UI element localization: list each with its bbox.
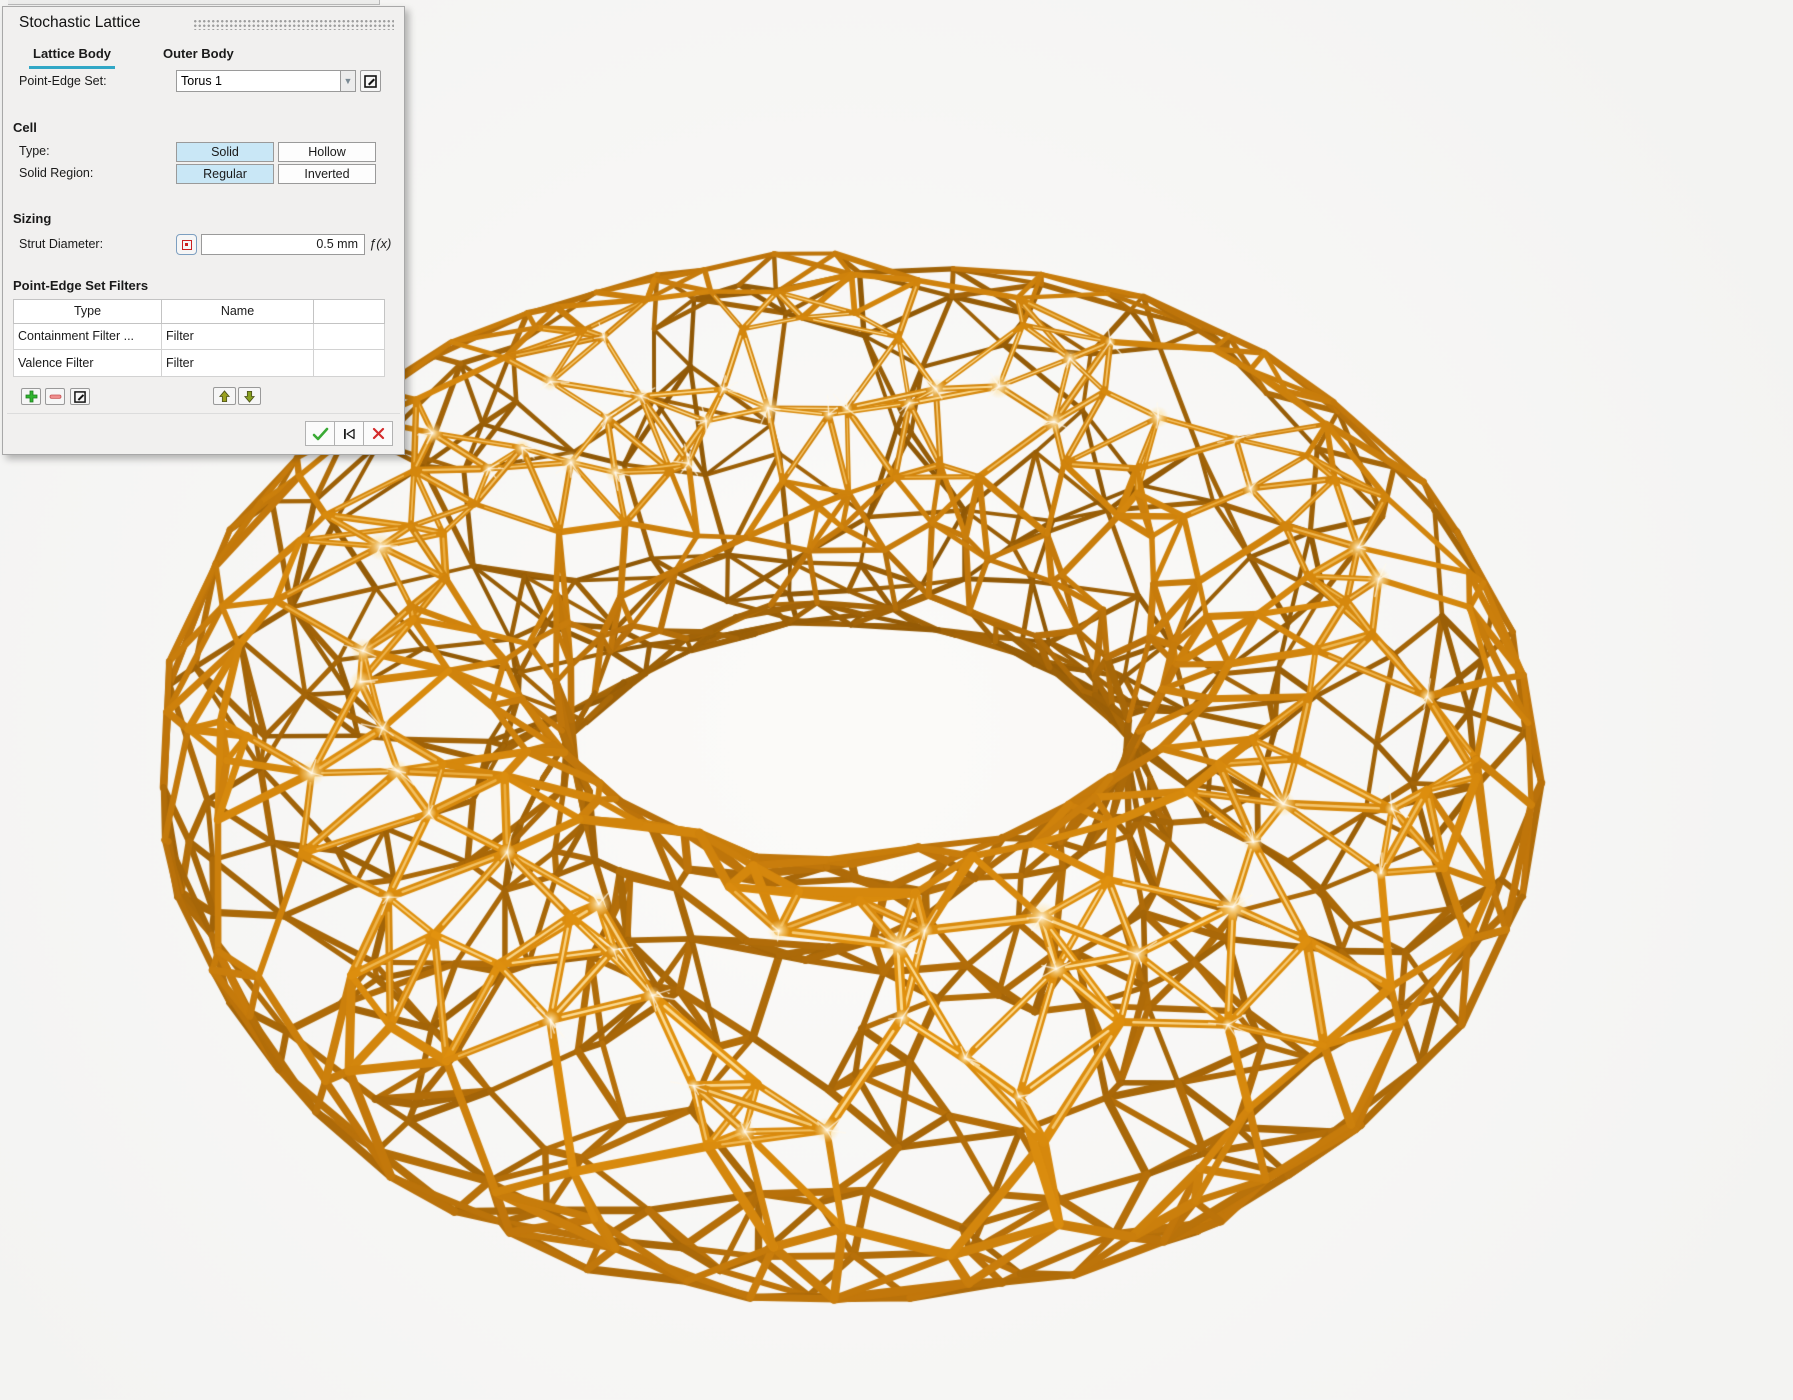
tab-outer-body[interactable]: Outer Body <box>159 43 238 66</box>
filter-row1-name[interactable]: Filter <box>162 323 314 350</box>
edit-filter-button[interactable] <box>70 388 90 405</box>
filter-row2-type[interactable]: Valence Filter <box>14 350 162 377</box>
formula-fx-button[interactable]: ƒ(x) <box>369 236 391 251</box>
move-filter-up-button[interactable] <box>213 387 236 405</box>
filter-row2-name[interactable]: Filter <box>162 350 314 377</box>
chevron-down-icon[interactable]: ▼ <box>340 70 356 92</box>
point-edge-set-edit-button[interactable] <box>360 70 381 92</box>
cancel-button[interactable] <box>363 421 393 446</box>
plus-icon <box>25 390 38 403</box>
filters-col-extra <box>314 300 385 324</box>
dialog-action-buttons <box>306 421 393 446</box>
filter-row1-type[interactable]: Containment Filter ... <box>14 323 162 350</box>
solid-region-inverted-button[interactable]: Inverted <box>278 164 376 184</box>
arrow-up-icon <box>218 390 231 403</box>
dialog-title: Stochastic Lattice <box>19 14 140 32</box>
point-edge-set-label: Point-Edge Set: <box>19 74 107 88</box>
check-icon <box>312 427 329 441</box>
ok-button[interactable] <box>305 421 335 446</box>
stochastic-lattice-dialog: Stochastic Lattice Lattice Body Outer Bo… <box>2 6 405 455</box>
solid-region-regular-button[interactable]: Regular <box>176 164 274 184</box>
strut-diameter-field-option-button[interactable] <box>176 234 197 255</box>
point-edge-set-combobox[interactable]: Torus 1 <box>176 70 340 92</box>
close-x-icon <box>372 427 385 440</box>
sizing-group-header: Sizing <box>13 211 51 226</box>
filters-col-type[interactable]: Type <box>14 300 162 324</box>
strut-diameter-label: Strut Diameter: <box>19 237 103 251</box>
tab-lattice-body[interactable]: Lattice Body <box>29 43 115 69</box>
dialog-drag-grip[interactable] <box>193 19 394 30</box>
filters-col-name[interactable]: Name <box>162 300 314 324</box>
minus-icon <box>49 390 62 403</box>
add-filter-button[interactable] <box>21 388 41 405</box>
apply-reset-button[interactable] <box>334 421 364 446</box>
move-filter-down-button[interactable] <box>238 387 261 405</box>
arrow-down-icon <box>243 390 256 403</box>
cell-type-hollow-button[interactable]: Hollow <box>278 142 376 162</box>
filters-table: Type Name Containment Filter ... Filter … <box>13 299 385 377</box>
filters-group-header: Point-Edge Set Filters <box>13 278 148 293</box>
dialog-divider <box>7 413 400 414</box>
pencil-edit-icon <box>74 391 86 403</box>
concentric-squares-icon <box>182 240 192 250</box>
cell-type-solid-button[interactable]: Solid <box>176 142 274 162</box>
table-row[interactable]: Valence Filter Filter <box>14 350 385 377</box>
solid-region-label: Solid Region: <box>19 166 93 180</box>
skip-back-icon <box>342 428 356 440</box>
pencil-edit-icon <box>364 75 377 88</box>
cell-group-header: Cell <box>13 120 37 135</box>
parent-window-edge <box>8 0 380 5</box>
cell-type-label: Type: <box>19 144 50 158</box>
strut-diameter-input[interactable]: 0.5 mm <box>201 234 365 255</box>
table-row[interactable]: Containment Filter ... Filter <box>14 323 385 350</box>
remove-filter-button[interactable] <box>45 388 65 405</box>
